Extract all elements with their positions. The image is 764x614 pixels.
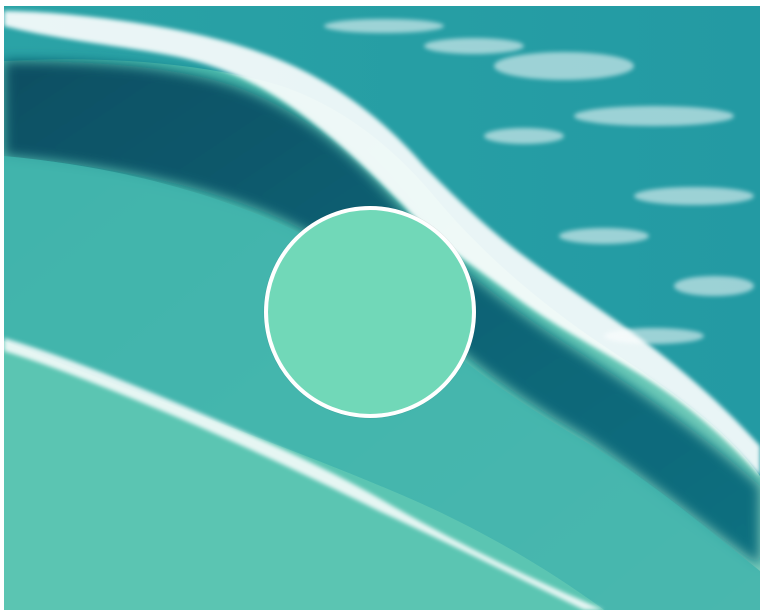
image-frame xyxy=(0,0,764,614)
color-swatch-circle[interactable] xyxy=(264,206,476,418)
